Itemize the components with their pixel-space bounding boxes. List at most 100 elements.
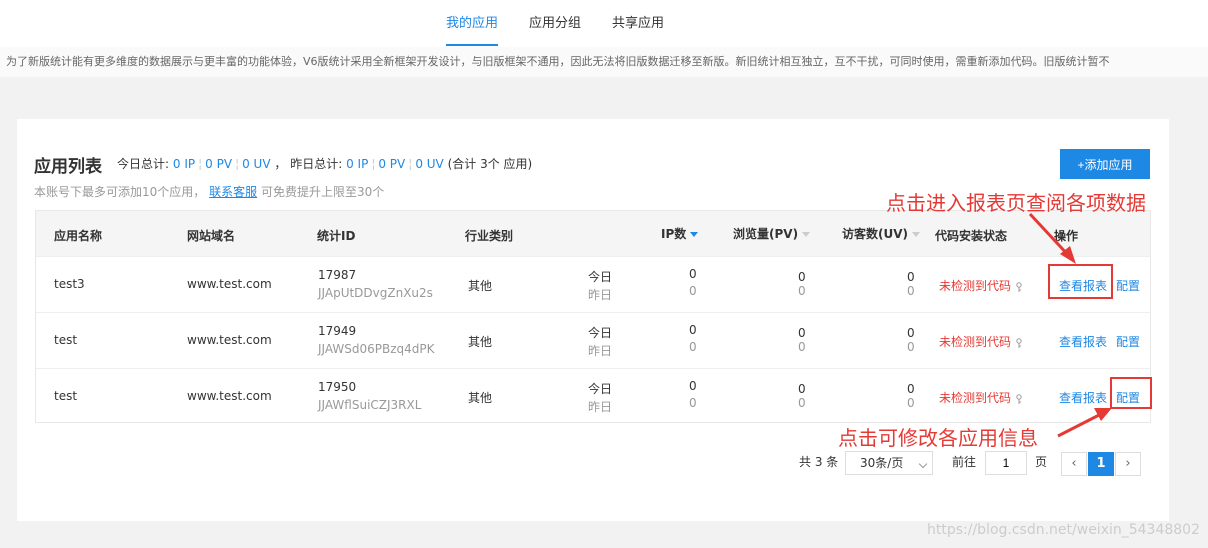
today-ip: 0 IP [172,157,196,171]
highlight-box-report [1048,264,1113,299]
annotation-bottom: 点击可修改各应用信息 [838,426,1038,450]
table-row: test www.test.com 17950 JJAWflSuiCZJ3RXL… [36,368,1150,424]
col-stat-id: 统计ID [317,229,356,243]
app-name: test [54,389,78,403]
ip-yesterday: 0 [689,284,697,298]
goto-label: 前往 [952,455,977,469]
separator: ¦ [371,157,376,171]
app-stat-key: JJAWSd06PBzq4dPK [318,342,435,356]
table-header: 应用名称 网站域名 统计ID 行业类别 IP数 浏览量(PV) 访客数(UV) … [36,211,1150,256]
install-status-text: 未检测到代码 [939,391,1012,405]
app-industry: 其他 [468,391,493,405]
chevron-down-icon [918,459,928,469]
pv-yesterday: 0 [798,340,806,354]
col-pv-sort[interactable]: 浏览量(PV) [733,225,811,242]
uv-yesterday: 0 [907,284,915,298]
install-status: 未检测到代码 [939,277,1024,294]
annotation-top: 点击进入报表页查阅各项数据 [886,191,1146,215]
col-industry: 行业类别 [465,229,514,243]
prev-page-button[interactable]: ‹ [1061,452,1087,476]
app-name: test [54,333,78,347]
col-domain: 网站域名 [187,229,236,243]
tab-my-apps[interactable]: 我的应用 [446,12,498,31]
pv-today: 0 [798,270,806,284]
sort-desc-icon [690,232,699,237]
app-total-count: (合计 3个 应用) [447,157,533,171]
table-row: test www.test.com 17949 JJAWSd06PBzq4dPK… [36,312,1150,368]
add-app-button[interactable]: +添加应用 [1060,149,1150,179]
col-pv: 浏览量(PV) [733,227,799,241]
yesterday-total-label: ， 昨日总计: [274,157,343,171]
key-icon[interactable] [1014,281,1024,292]
app-table: 应用名称 网站域名 统计ID 行业类别 IP数 浏览量(PV) 访客数(UV) … [35,210,1151,423]
ip-yesterday: 0 [689,396,697,410]
current-page-button[interactable]: 1 [1088,452,1114,476]
col-uv-sort[interactable]: 访客数(UV) [842,225,921,242]
highlight-box-config [1110,377,1152,409]
config-button[interactable]: 配置 [1116,333,1140,350]
col-ip-sort[interactable]: IP数 [661,225,699,242]
col-install-status: 代码安装状态 [935,229,1008,243]
goto-page-input[interactable] [985,451,1027,475]
app-stat-key: JJApUtDDvgZnXu2s [318,286,433,300]
yesterday-pv: 0 PV [378,157,406,171]
top-nav: 我的应用 应用分组 共享应用 [0,0,1208,47]
app-stat-id: 17950 [318,380,357,394]
ip-today: 0 [689,323,697,337]
watermark: https://blog.csdn.net/weixin_54348802 [926,522,1200,538]
key-icon[interactable] [1014,393,1024,404]
app-industry: 其他 [468,335,493,349]
today-pv: 0 PV [205,157,233,171]
separator: ¦ [408,157,413,171]
view-report-button[interactable]: 查看报表 [1059,333,1107,350]
separator: ¦ [235,157,240,171]
app-industry: 其他 [468,279,493,293]
app-stat-id: 17987 [318,268,357,282]
yesterday-label: 昨日 [588,400,613,414]
col-actions: 操作 [1054,229,1079,243]
app-domain: www.test.com [187,277,272,291]
page-size-value: 30条/页 [860,456,904,470]
next-page-button[interactable]: › [1115,452,1141,476]
install-status-text: 未检测到代码 [939,335,1012,349]
key-icon[interactable] [1014,337,1024,348]
ip-today: 0 [689,267,697,281]
tab-app-groups[interactable]: 应用分组 [529,12,581,31]
ip-today: 0 [689,379,697,393]
view-report-button[interactable]: 查看报表 [1059,389,1107,406]
table-row: test3 www.test.com 17987 JJApUtDDvgZnXu2… [36,256,1150,312]
yesterday-ip: 0 IP [346,157,369,171]
app-domain: www.test.com [187,333,272,347]
quota-note-text: 本账号下最多可添加10个应用， [34,185,206,199]
install-status-text: 未检测到代码 [939,279,1012,293]
tab-shared-apps[interactable]: 共享应用 [612,12,664,31]
install-status: 未检测到代码 [939,333,1024,350]
sort-icon [802,232,811,237]
uv-today: 0 [907,382,915,396]
uv-yesterday: 0 [907,340,915,354]
app-stat-id: 17949 [318,324,357,338]
col-ip: IP数 [661,227,687,241]
pv-today: 0 [798,382,806,396]
today-uv: 0 UV [242,157,271,171]
yesterday-label: 昨日 [588,344,613,358]
separator: ¦ [198,157,203,171]
notice-banner: 为了新版统计能有更多维度的数据展示与更丰富的功能体验，V6版统计采用全新框架开发… [0,47,1208,77]
pv-today: 0 [798,326,806,340]
uv-yesterday: 0 [907,396,915,410]
traffic-summary: 今日总计: 0 IP ¦ 0 PV ¦ 0 UV ， 昨日总计: 0 IP ¦ 0 PV ¦ 0… [117,155,532,172]
page-unit-label: 页 [1035,455,1048,469]
quota-note: 本账号下最多可添加10个应用， 联系客服 可免费提升上限至30个 [34,183,384,200]
today-label: 今日 [588,326,613,340]
uv-today: 0 [907,326,915,340]
app-domain: www.test.com [187,389,272,403]
today-total-label: 今日总计: [117,157,170,171]
contact-support-link[interactable]: 联系客服 [209,185,257,199]
page-size-select[interactable]: 30条/页 [845,451,933,475]
col-uv: 访客数(UV) [842,227,909,241]
col-app-name: 应用名称 [54,229,103,243]
pv-yesterday: 0 [798,396,806,410]
app-name: test3 [54,277,85,291]
sort-icon [912,232,921,237]
config-button[interactable]: 配置 [1116,277,1140,294]
